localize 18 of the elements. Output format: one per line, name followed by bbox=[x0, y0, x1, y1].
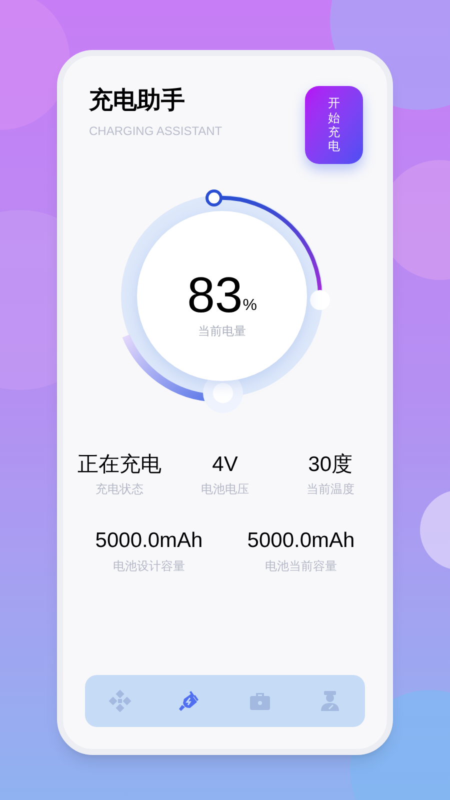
stat-value: 正在充电 bbox=[78, 452, 162, 478]
move-arrows-icon bbox=[108, 689, 132, 713]
capacity-value: 5000.0mAh bbox=[95, 528, 203, 554]
stat-value: 4V bbox=[212, 452, 238, 478]
app-title: 充电助手 bbox=[89, 86, 186, 116]
stat-value: 30度 bbox=[308, 452, 352, 478]
person-icon bbox=[318, 689, 342, 713]
percent-sign: % bbox=[242, 296, 257, 316]
start-charging-button[interactable]: 开始充电 bbox=[305, 86, 363, 164]
capacity-value: 5000.0mAh bbox=[247, 528, 355, 554]
stat-label: 电池电压 bbox=[200, 481, 249, 498]
app-subtitle: CHARGING ASSISTANT bbox=[89, 123, 222, 140]
stat-label: 当前温度 bbox=[306, 481, 354, 498]
capacity-label: 电池当前容量 bbox=[265, 558, 337, 574]
battery-label: 当前电量 bbox=[198, 323, 246, 340]
battery-percentage: 83 bbox=[187, 270, 243, 320]
stat-label: 充电状态 bbox=[96, 481, 144, 498]
capacity-label: 电池设计容量 bbox=[113, 558, 185, 574]
